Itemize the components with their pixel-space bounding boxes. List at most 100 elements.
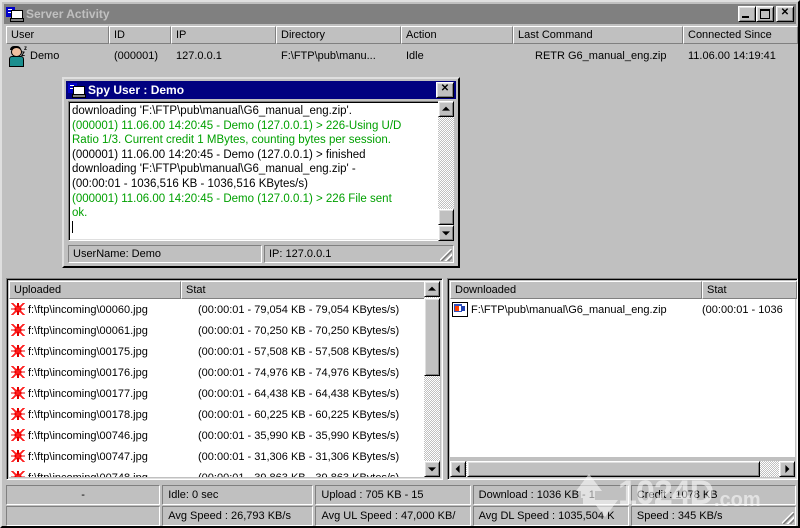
scroll-up-button[interactable] — [438, 101, 454, 117]
uploaded-file-cell: f:\ftp\incoming\00060.jpg — [9, 302, 196, 317]
jpeg-file-icon — [10, 470, 26, 477]
table-row[interactable]: f:\ftp\incoming\00747.jpg(00:00:01 - 31,… — [9, 446, 425, 467]
uploaded-file-cell: f:\ftp\incoming\00748.jpg — [9, 470, 196, 477]
user-cell: zz Demo — [6, 44, 109, 68]
user-list-header: User ID IP Directory Action Last Command… — [6, 26, 798, 44]
column-header-action[interactable]: Action — [401, 26, 513, 44]
status-download: Download : 1036 KB - 1 — [473, 485, 629, 505]
resize-grip[interactable] — [782, 512, 794, 524]
jpeg-file-icon — [10, 407, 26, 422]
uploaded-file-name: f:\ftp\incoming\00061.jpg — [28, 325, 148, 337]
uploaded-file-name: f:\ftp\incoming\00176.jpg — [28, 367, 148, 379]
uploaded-stat: (00:00:01 - 70,250 KB - 70,250 KBytes/s) — [196, 325, 425, 337]
uploaded-file-name: f:\ftp\incoming\00747.jpg — [28, 451, 148, 463]
uploaded-stat: (00:00:01 - 79,054 KB - 79,054 KBytes/s) — [196, 304, 425, 316]
spy-log-area[interactable]: downloading 'F:\FTP\pub\manual\G6_manual… — [68, 101, 454, 241]
spy-vertical-scrollbar[interactable] — [438, 101, 454, 241]
table-row[interactable]: f:\ftp\incoming\00178.jpg(00:00:01 - 60,… — [9, 404, 425, 425]
scrollbar-thumb[interactable] — [467, 461, 760, 477]
column-header-last-command[interactable]: Last Command — [513, 26, 683, 44]
jpeg-file-icon — [10, 365, 26, 380]
uploaded-file-name: f:\ftp\incoming\00178.jpg — [28, 409, 148, 421]
server-app-icon — [6, 7, 22, 21]
spy-user-window: Spy User : Demo ✕ downloading 'F:\FTP\pu… — [62, 77, 460, 268]
table-row[interactable]: f:\ftp\incoming\00060.jpg (00:00:01 - 79,… — [9, 299, 425, 320]
downloaded-stat: (00:00:01 - 1036 — [700, 304, 795, 316]
column-header-user[interactable]: User — [6, 26, 109, 44]
column-header-directory[interactable]: Directory — [276, 26, 401, 44]
user-last-command: RETR G6_manual_eng.zip — [513, 44, 683, 68]
uploaded-file-cell: f:\ftp\incoming\00061.jpg — [9, 323, 196, 338]
jpeg-file-icon — [10, 302, 26, 317]
jpeg-file-icon — [10, 428, 26, 443]
uploaded-vertical-scrollbar[interactable] — [424, 281, 440, 477]
uploaded-file-cell: f:\ftp\incoming\00747.jpg — [9, 449, 196, 464]
spy-close-button[interactable]: ✕ — [436, 82, 454, 98]
jpeg-file-icon — [10, 386, 26, 401]
uploaded-file-cell: f:\ftp\incoming\00178.jpg — [9, 407, 196, 422]
spy-resize-grip[interactable] — [440, 249, 452, 261]
uploaded-file-name: f:\ftp\incoming\00175.jpg — [28, 346, 148, 358]
scroll-left-button[interactable] — [450, 461, 466, 477]
status-avg-dl: Avg DL Speed : 1035,504 K — [473, 506, 629, 526]
spy-log-text: downloading 'F:\FTP\pub\manual\G6_manual… — [72, 104, 432, 235]
downloaded-file-name: F:\FTP\pub\manual\G6_manual_eng.zip — [471, 304, 667, 316]
table-row[interactable]: f:\ftp\incoming\00176.jpg(00:00:01 - 74,… — [9, 362, 425, 383]
uploaded-file-name: f:\ftp\incoming\00060.jpg — [28, 304, 148, 316]
downloaded-list[interactable]: F:\FTP\pub\manual\G6_manual_eng.zip (00:0… — [450, 299, 795, 457]
column-header-id[interactable]: ID — [109, 26, 171, 44]
spy-status-bar: UserName: Demo IP: 127.0.0.1 — [68, 245, 454, 263]
log-line: Ratio 1/3. Current credit 1 MBytes, coun… — [72, 133, 432, 148]
log-line: (000001) 11.06.00 14:20:45 - Demo (127.0… — [72, 119, 432, 134]
scroll-right-button[interactable] — [779, 461, 795, 477]
table-row[interactable]: f:\ftp\incoming\00061.jpg (00:00:01 - 70,… — [9, 320, 425, 341]
maximize-button[interactable] — [756, 6, 774, 22]
uploaded-file-cell: f:\ftp\incoming\00177.jpg — [9, 386, 196, 401]
column-header-uploaded[interactable]: Uploaded — [9, 281, 181, 299]
spy-window-title: Spy User : Demo — [88, 83, 184, 97]
status-idle: Idle: 0 sec — [162, 485, 313, 505]
downloaded-horizontal-scrollbar[interactable] — [450, 461, 795, 477]
uploaded-list[interactable]: f:\ftp\incoming\00060.jpg (00:00:01 - 79,… — [9, 299, 425, 477]
column-header-downloaded[interactable]: Downloaded — [450, 281, 702, 299]
sleeping-user-icon: zz — [8, 46, 30, 66]
uploaded-stat: (00:00:01 - 64,438 KB - 64,438 KBytes/s) — [196, 388, 425, 400]
scroll-down-button[interactable] — [424, 461, 440, 477]
scroll-down-button[interactable] — [438, 225, 454, 241]
table-row[interactable]: f:\ftp\incoming\00177.jpg (00:00:01 - 64,… — [9, 383, 425, 404]
user-name: Demo — [30, 50, 59, 62]
server-activity-app: Server Activity ✕ User ID IP Directory A… — [0, 0, 800, 528]
downloaded-panel: Downloaded Stat F:\FTP\pub\manual\G6_man… — [447, 278, 798, 480]
uploaded-stat: (00:00:01 - 35,990 KB - 35,990 KBytes/s) — [196, 430, 425, 442]
table-row[interactable]: f:\ftp\incoming\00175.jpg (00:00:01 - 57,… — [9, 341, 425, 362]
main-title-bar[interactable]: Server Activity ✕ — [4, 4, 796, 24]
uploaded-stat: (00:00:01 - 57,508 KB - 57,508 KBytes/s) — [196, 346, 425, 358]
log-line: downloading 'F:\FTP\pub\manual\G6_manual… — [72, 104, 432, 119]
status-speed: Speed : 345 KB/s — [631, 506, 796, 526]
table-row[interactable]: f:\ftp\incoming\00748.jpg(00:00:01 - 39,… — [9, 467, 425, 477]
jpeg-file-icon — [10, 449, 26, 464]
minimize-button[interactable] — [738, 6, 756, 22]
scrollbar-thumb[interactable] — [424, 298, 440, 376]
window-controls: ✕ — [738, 6, 794, 22]
downloaded-file-cell: F:\FTP\pub\manual\G6_manual_eng.zip — [450, 302, 700, 317]
column-header-uploaded-stat[interactable]: Stat — [181, 281, 425, 299]
uploaded-panel: Uploaded Stat f:\ftp\incoming\00060.jpg (… — [6, 278, 443, 480]
text-caret — [72, 221, 432, 236]
close-button[interactable]: ✕ — [776, 6, 794, 22]
zip-file-icon — [452, 302, 468, 317]
uploaded-file-name: f:\ftp\incoming\00748.jpg — [28, 472, 148, 478]
column-header-connected-since[interactable]: Connected Since — [683, 26, 798, 44]
scrollbar-thumb[interactable] — [438, 209, 454, 225]
user-row[interactable]: zz Demo (000001) 127.0.0.1 F:\FTP\pub\ma… — [6, 44, 798, 68]
uploaded-file-cell: f:\ftp\incoming\00176.jpg — [9, 365, 196, 380]
column-header-ip[interactable]: IP — [171, 26, 276, 44]
status-avg-speed: Avg Speed : 26,793 KB/s — [162, 506, 313, 526]
spy-status-username: UserName: Demo — [68, 245, 262, 263]
table-row[interactable]: f:\ftp\incoming\00746.jpg(00:00:01 - 35,… — [9, 425, 425, 446]
column-header-downloaded-stat[interactable]: Stat — [702, 281, 797, 299]
uploaded-file-name: f:\ftp\incoming\00177.jpg — [28, 388, 148, 400]
spy-title-bar[interactable]: Spy User : Demo ✕ — [66, 81, 456, 99]
scroll-up-button[interactable] — [424, 281, 440, 297]
table-row[interactable]: F:\FTP\pub\manual\G6_manual_eng.zip (00:0… — [450, 299, 795, 320]
